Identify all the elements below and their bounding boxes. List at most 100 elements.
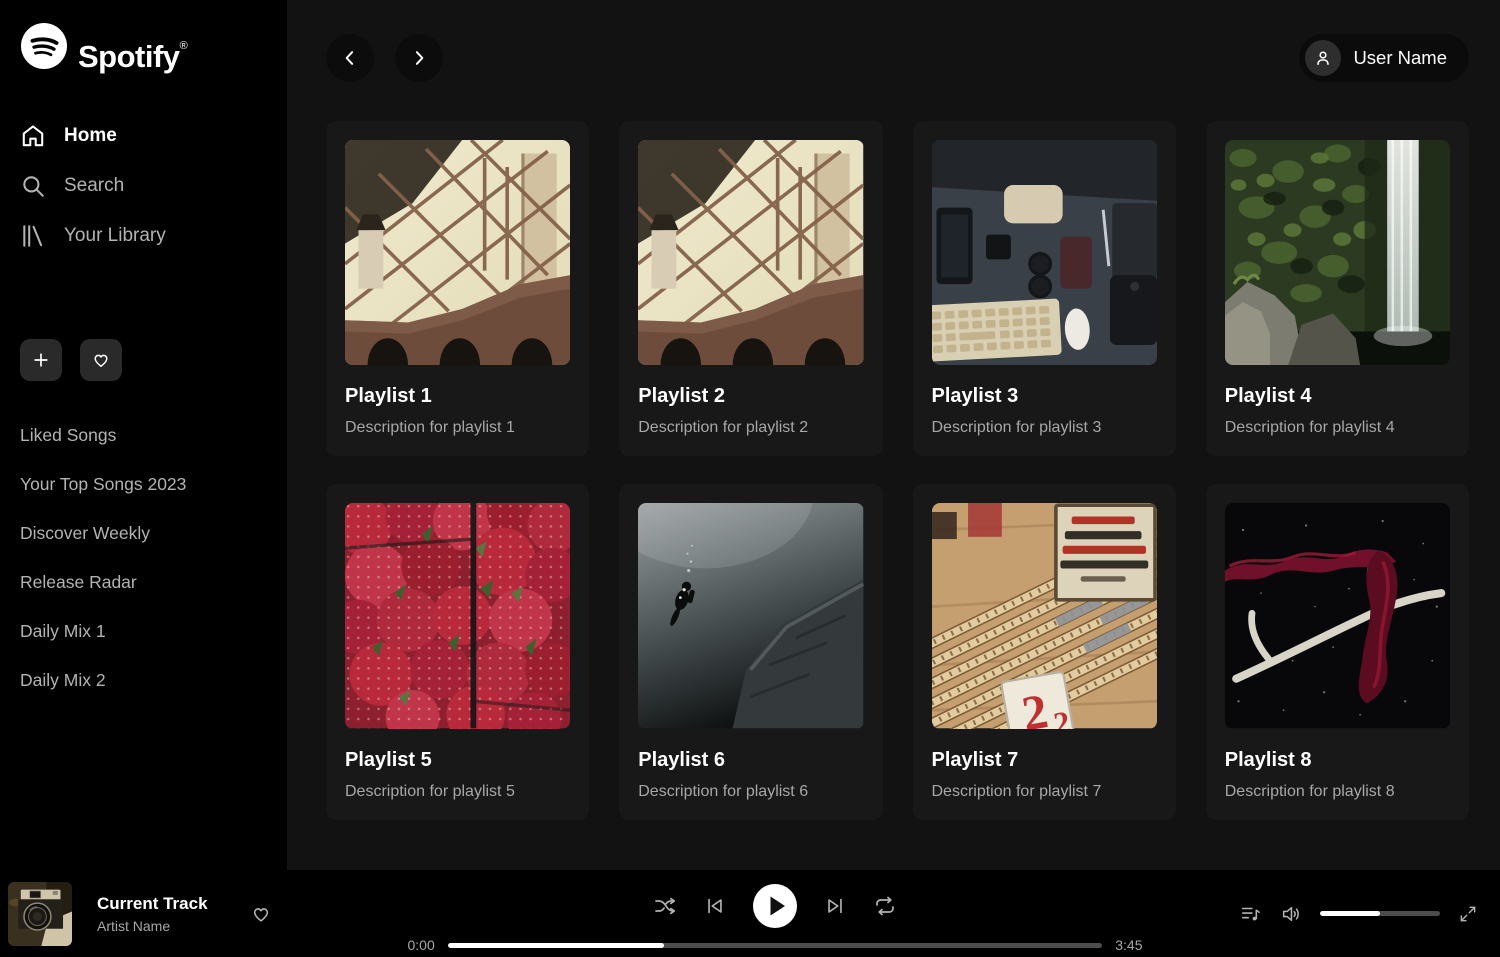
heart-icon <box>250 903 272 925</box>
user-menu-button[interactable]: User Name <box>1299 34 1469 82</box>
like-track-button[interactable] <box>250 903 272 925</box>
user-icon <box>1313 48 1333 68</box>
chevron-left-icon <box>340 48 360 68</box>
playlist-link-liked-songs[interactable]: Liked Songs <box>20 411 271 460</box>
playlist-title: Playlist 7 <box>932 749 1157 772</box>
elapsed-time: 0:00 <box>408 937 435 953</box>
sidebar-item-label: Search <box>64 175 124 197</box>
playlist-grid: Playlist 1 Description for playlist 1 Pl… <box>326 121 1469 820</box>
volume-icon <box>1280 903 1302 925</box>
sidebar-item-label: Your Library <box>64 225 166 247</box>
skip-back-icon <box>704 895 726 917</box>
next-track-button[interactable] <box>824 895 846 917</box>
player-center: 0:00 3:45 <box>330 874 1220 953</box>
repeat-icon <box>873 894 897 918</box>
sidebar-item-home[interactable]: Home <box>20 111 271 161</box>
queue-icon <box>1240 903 1262 925</box>
playlist-card-7[interactable]: Playlist 7 Description for playlist 7 <box>913 484 1176 819</box>
playlist-cover-antler-fabric <box>1225 503 1450 728</box>
search-icon <box>20 173 46 199</box>
playlist-card-5[interactable]: Playlist 5 Description for playlist 5 <box>326 484 589 819</box>
playlist-cover-steel-bridge <box>638 140 863 365</box>
sidebar-playlists: Liked Songs Your Top Songs 2023 Discover… <box>20 411 271 705</box>
sidebar-item-label: Home <box>64 125 117 147</box>
playlist-link-your-top-songs-2023[interactable]: Your Top Songs 2023 <box>20 460 271 509</box>
playlist-description: Description for playlist 6 <box>638 783 863 801</box>
progress-row: 0:00 3:45 <box>408 937 1143 953</box>
spotify-logo-icon <box>20 22 68 70</box>
spotify-logo: Spotify® <box>20 22 271 81</box>
playlist-cover-steel-bridge <box>345 140 570 365</box>
volume-slider[interactable] <box>1320 911 1440 916</box>
spotify-app: Spotify® Home Search Your Library <box>0 0 1500 957</box>
topbar: User Name <box>326 34 1469 82</box>
now-playing: Current Track Artist Name <box>0 882 330 946</box>
playlist-description: Description for playlist 8 <box>1225 783 1450 801</box>
chevron-right-icon <box>409 48 429 68</box>
playlist-title: Playlist 1 <box>345 385 570 408</box>
playlist-description: Description for playlist 5 <box>345 783 570 801</box>
create-playlist-button[interactable] <box>20 339 62 381</box>
total-time: 3:45 <box>1115 937 1142 953</box>
previous-track-button[interactable] <box>704 895 726 917</box>
playlist-card-2[interactable]: Playlist 2 Description for playlist 2 <box>619 121 882 456</box>
fullscreen-icon <box>1458 904 1478 924</box>
play-button[interactable] <box>753 884 797 928</box>
library-icon <box>20 223 46 249</box>
playlist-description: Description for playlist 2 <box>638 419 863 437</box>
playlist-title: Playlist 8 <box>1225 749 1450 772</box>
playlist-card-4[interactable]: Playlist 4 Description for playlist 4 <box>1206 121 1469 456</box>
playlist-link-daily-mix-2[interactable]: Daily Mix 2 <box>20 656 271 705</box>
playlist-card-1[interactable]: Playlist 1 Description for playlist 1 <box>326 121 589 456</box>
progress-fill <box>448 943 664 948</box>
playlist-card-8[interactable]: Playlist 8 Description for playlist 8 <box>1206 484 1469 819</box>
repeat-button[interactable] <box>873 894 897 918</box>
player-controls <box>653 884 897 928</box>
playlist-card-3[interactable]: Playlist 3 Description for playlist 3 <box>913 121 1176 456</box>
playlist-title: Playlist 4 <box>1225 385 1450 408</box>
sidebar: Spotify® Home Search Your Library <box>0 0 287 870</box>
playlist-link-discover-weekly[interactable]: Discover Weekly <box>20 509 271 558</box>
playlist-description: Description for playlist 3 <box>932 419 1157 437</box>
album-art-vintage-camera <box>8 882 72 946</box>
playlist-cover-wooden-rulers <box>932 503 1157 728</box>
shuffle-button[interactable] <box>653 894 677 918</box>
fullscreen-button[interactable] <box>1458 904 1478 924</box>
play-icon <box>753 884 797 928</box>
playlist-cover-underwater-diver <box>638 503 863 728</box>
playlist-description: Description for playlist 7 <box>932 783 1157 801</box>
sidebar-quick-actions <box>20 339 271 381</box>
playlist-link-daily-mix-1[interactable]: Daily Mix 1 <box>20 607 271 656</box>
player-bar: Current Track Artist Name <box>0 870 1500 957</box>
user-name: User Name <box>1353 47 1447 69</box>
queue-button[interactable] <box>1240 903 1262 925</box>
skip-forward-icon <box>824 895 846 917</box>
playlist-description: Description for playlist 4 <box>1225 419 1450 437</box>
trademark: ® <box>180 40 188 52</box>
sidebar-item-search[interactable]: Search <box>20 161 271 211</box>
sidebar-nav: Home Search Your Library <box>20 111 271 261</box>
playlist-card-6[interactable]: Playlist 6 Description for playlist 6 <box>619 484 882 819</box>
brand-name: Spotify® <box>78 22 187 81</box>
playlist-title: Playlist 5 <box>345 749 570 772</box>
back-button[interactable] <box>326 34 374 82</box>
main-content: User Name Playlist 1 Description for pla… <box>287 0 1500 870</box>
forward-button[interactable] <box>395 34 443 82</box>
shuffle-icon <box>653 894 677 918</box>
home-icon <box>20 123 46 149</box>
plus-icon <box>31 350 51 370</box>
playlist-description: Description for playlist 1 <box>345 419 570 437</box>
playlist-title: Playlist 6 <box>638 749 863 772</box>
playlist-title: Playlist 2 <box>638 385 863 408</box>
playlist-link-release-radar[interactable]: Release Radar <box>20 558 271 607</box>
avatar <box>1305 40 1341 76</box>
player-right <box>1220 903 1500 925</box>
track-info: Current Track Artist Name <box>97 894 208 934</box>
sidebar-item-your-library[interactable]: Your Library <box>20 211 271 261</box>
heart-icon <box>91 350 111 370</box>
liked-songs-button[interactable] <box>80 339 122 381</box>
volume-fill <box>1320 911 1380 916</box>
volume-button[interactable] <box>1280 903 1302 925</box>
progress-bar[interactable] <box>448 943 1103 948</box>
track-artist: Artist Name <box>97 918 208 934</box>
